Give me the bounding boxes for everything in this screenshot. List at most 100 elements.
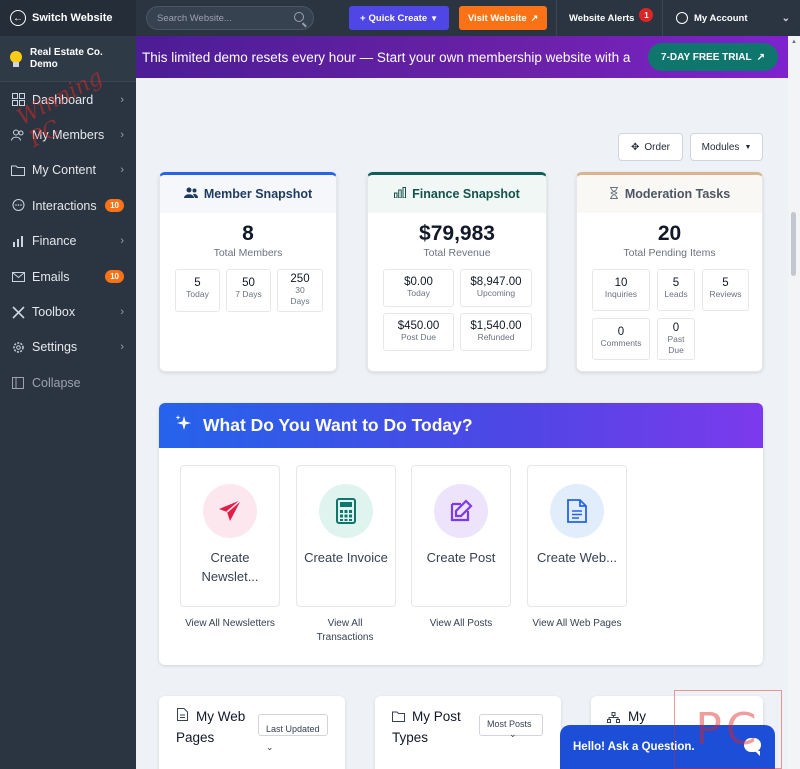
chat-widget[interactable]: Hello! Ask a Question. bbox=[560, 725, 775, 769]
stat-post-due[interactable]: $450.00 Post Due bbox=[383, 313, 454, 351]
stat-value: $8,947.00 bbox=[470, 276, 522, 288]
top-bar: Search Website... + Quick Create ▼ Visit… bbox=[136, 0, 800, 36]
visit-website-button[interactable]: Visit Website ↗ bbox=[459, 6, 547, 30]
quick-actions-card: What Do You Want to Do Today? Create New… bbox=[159, 403, 763, 665]
finance-snapshot-card: Finance Snapshot $79,983 Total Revenue $… bbox=[367, 172, 547, 372]
stat-comments[interactable]: 0 Comments bbox=[592, 318, 650, 360]
chevron-right-icon: › bbox=[120, 341, 124, 354]
view-all-web-pages-link[interactable]: View All Web Pages bbox=[524, 617, 630, 631]
create-invoice-action[interactable]: Create Invoice bbox=[296, 465, 396, 607]
stat-leads[interactable]: 5 Leads bbox=[657, 269, 695, 311]
divider bbox=[556, 0, 557, 36]
vertical-scrollbar[interactable]: ▲ bbox=[788, 36, 800, 769]
sidebar-item-members[interactable]: My Members › bbox=[0, 117, 136, 152]
sort-select[interactable]: Last Updated ⌄ bbox=[258, 714, 328, 752]
plus-icon: + bbox=[359, 12, 366, 24]
site-name: Real Estate Co. Demo bbox=[30, 47, 103, 71]
edit-icon bbox=[434, 484, 488, 538]
member-snapshot-header: Member Snapshot bbox=[160, 175, 336, 213]
external-link-icon: ↗ bbox=[756, 51, 765, 63]
stat-past-due[interactable]: 0 Past Due bbox=[657, 318, 695, 360]
sidebar-item-label: My Members bbox=[32, 128, 105, 143]
free-trial-label: 7-DAY FREE TRIAL bbox=[661, 51, 752, 63]
website-alerts-button[interactable]: Website Alerts 1 bbox=[569, 0, 654, 36]
stat-label: Past Due bbox=[667, 334, 685, 355]
moderation-tasks-card: Moderation Tasks 20 Total Pending Items … bbox=[576, 172, 763, 372]
card-title: Member Snapshot bbox=[203, 187, 313, 201]
stat-label: 7 Days bbox=[235, 289, 262, 299]
stat-upcoming[interactable]: $8,947.00 Upcoming bbox=[460, 269, 532, 307]
stat-label: Post Due bbox=[401, 332, 436, 342]
paper-plane-icon bbox=[203, 484, 257, 538]
free-trial-button[interactable]: 7-DAY FREE TRIAL ↗ bbox=[648, 43, 778, 71]
stat-refunded[interactable]: $1,540.00 Refunded bbox=[460, 313, 532, 351]
alerts-label: Website Alerts bbox=[569, 12, 635, 24]
folder-icon bbox=[10, 163, 26, 177]
arrow-left-circle-icon: ← bbox=[10, 10, 26, 26]
moderation-tasks-header: Moderation Tasks bbox=[577, 175, 762, 213]
modules-button[interactable]: Modules ▼ bbox=[690, 133, 763, 161]
stat-value: $1,540.00 bbox=[470, 320, 522, 332]
view-all-newsletters-link[interactable]: View All Newsletters bbox=[179, 617, 281, 631]
sidebar-item-label: Dashboard bbox=[32, 92, 94, 107]
sidebar-item-label: My Content bbox=[32, 163, 96, 178]
stat-7-days[interactable]: 50 7 Days bbox=[226, 269, 271, 312]
sidebar: ← Switch Website Real Estate Co. Demo Da… bbox=[0, 0, 136, 769]
scroll-up-arrow-icon[interactable]: ▲ bbox=[791, 39, 797, 45]
sidebar-item-dashboard[interactable]: Dashboard › bbox=[0, 82, 136, 117]
alerts-count-badge: 1 bbox=[639, 8, 654, 22]
chat-bubble-icon bbox=[744, 738, 761, 756]
sidebar-item-content[interactable]: My Content › bbox=[0, 153, 136, 188]
total-members-value: 8 bbox=[242, 222, 254, 245]
create-newsletter-action[interactable]: Create Newslet... bbox=[180, 465, 280, 607]
current-site[interactable]: Real Estate Co. Demo bbox=[0, 36, 136, 82]
external-link-icon: ↗ bbox=[530, 12, 539, 23]
quick-create-label: Quick Create bbox=[368, 12, 428, 24]
stat-label: Today bbox=[407, 288, 430, 298]
scrollbar-thumb[interactable] bbox=[791, 212, 796, 276]
create-post-action[interactable]: Create Post bbox=[411, 465, 511, 607]
sparkles-icon bbox=[175, 414, 193, 437]
total-pending-label: Total Pending Items bbox=[623, 247, 716, 259]
card-title: My Web Pages bbox=[176, 706, 245, 748]
move-icon: ✥ bbox=[631, 141, 640, 153]
notification-badge: 10 bbox=[105, 270, 124, 284]
collapse-label: Collapse bbox=[32, 375, 81, 390]
search-input[interactable]: Search Website... bbox=[146, 6, 314, 30]
sidebar-item-toolbox[interactable]: Toolbox › bbox=[0, 294, 136, 329]
quick-create-button[interactable]: + Quick Create ▼ bbox=[349, 6, 449, 30]
stat-30-days[interactable]: 250 30 Days bbox=[277, 269, 323, 312]
order-button[interactable]: ✥ Order bbox=[618, 133, 683, 161]
sidebar-collapse[interactable]: Collapse bbox=[0, 365, 136, 400]
sort-select[interactable]: Most Posts ⌄ bbox=[479, 714, 543, 739]
stat-value: $0.00 bbox=[404, 276, 433, 288]
create-web-page-action[interactable]: Create Web... bbox=[527, 465, 627, 607]
sidebar-item-settings[interactable]: Settings › bbox=[0, 330, 136, 365]
search-icon bbox=[294, 12, 304, 22]
view-all-posts-link[interactable]: View All Posts bbox=[411, 617, 511, 631]
switch-website-button[interactable]: ← Switch Website bbox=[0, 0, 136, 36]
chevron-right-icon: › bbox=[120, 129, 124, 142]
stat-today[interactable]: $0.00 Today bbox=[383, 269, 454, 307]
view-all-transactions-link[interactable]: View All Transactions bbox=[304, 617, 386, 645]
chevron-down-icon: ▼ bbox=[430, 13, 439, 23]
card-title: Finance Snapshot bbox=[412, 187, 520, 201]
banner-text: This limited demo resets every hour — St… bbox=[142, 49, 631, 65]
sidebar-item-finance[interactable]: Finance › bbox=[0, 224, 136, 259]
sidebar-item-interactions[interactable]: Interactions 10 bbox=[0, 188, 136, 223]
chat-label: Hello! Ask a Question. bbox=[573, 741, 695, 753]
quick-actions-header: What Do You Want to Do Today? bbox=[159, 403, 763, 448]
stat-reviews[interactable]: 5 Reviews bbox=[702, 269, 749, 311]
stat-inquiries[interactable]: 10 Inquiries bbox=[592, 269, 650, 311]
chevron-right-icon: › bbox=[120, 306, 124, 319]
stat-value: 50 bbox=[242, 277, 255, 289]
sidebar-item-emails[interactable]: Emails 10 bbox=[0, 259, 136, 294]
stat-today[interactable]: 5 Today bbox=[175, 269, 220, 312]
my-account-button[interactable]: My Account ⌄ bbox=[674, 0, 800, 36]
sidebar-item-label: Interactions bbox=[32, 198, 97, 213]
collapse-icon bbox=[10, 376, 26, 390]
document-icon bbox=[550, 484, 604, 538]
chevron-down-icon: ⌄ bbox=[266, 742, 274, 752]
bar-chart-icon bbox=[10, 234, 26, 248]
modules-label: Modules bbox=[701, 141, 740, 153]
